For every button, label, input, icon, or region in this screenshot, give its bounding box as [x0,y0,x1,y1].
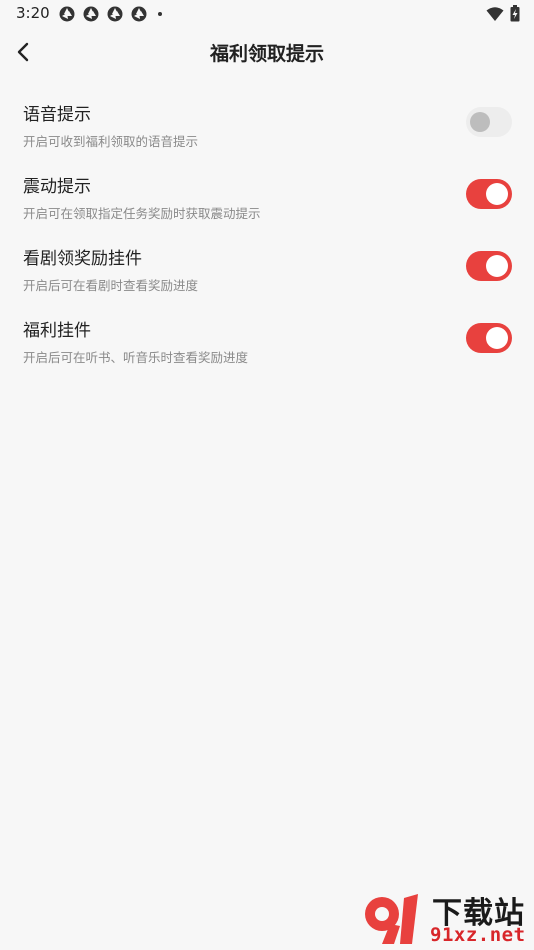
vibration-reminder-toggle[interactable] [466,179,512,209]
status-bar: 3:20 [0,0,534,28]
setting-description: 开启后可在看剧时查看奖励进度 [23,278,199,293]
page-title: 福利领取提示 [209,43,324,65]
watermark-url: 91xz.net [430,924,526,946]
status-time: 3:20 [16,4,50,22]
setting-title: 福利挂件 [23,321,91,341]
battery-charging-icon [510,5,520,22]
setting-title: 看剧领奖励挂件 [23,249,142,269]
watermark-logo-icon [365,894,418,944]
aperture-icon [131,6,147,22]
aperture-icon [107,6,123,22]
status-right-icons [486,5,520,22]
toggle-knob [470,112,490,132]
app-bar: 福利领取提示 [0,28,534,76]
watermark: 下载站 91xz.net [360,888,532,948]
wifi-icon [486,6,504,21]
setting-description: 开启可收到福利领取的语音提示 [23,134,199,149]
more-notifications-dot [158,12,162,16]
toggle-knob [486,255,508,277]
setting-description: 开启后可在听书、听音乐时查看奖励进度 [23,350,249,365]
setting-title: 震动提示 [23,177,91,197]
setting-title: 语音提示 [23,105,91,125]
settings-list: 语音提示 开启可收到福利领取的语音提示 震动提示 开启可在领取指定任务奖励时获取… [0,88,534,376]
aperture-icon [59,6,75,22]
setting-drama-reward-widget: 看剧领奖励挂件 开启后可在看剧时查看奖励进度 [0,232,534,304]
voice-reminder-toggle[interactable] [466,107,512,137]
setting-description: 开启可在领取指定任务奖励时获取震动提示 [23,206,261,221]
toggle-knob [486,183,508,205]
toggle-knob [486,327,508,349]
setting-welfare-widget: 福利挂件 开启后可在听书、听音乐时查看奖励进度 [0,304,534,376]
notification-icons [58,5,162,23]
aperture-icon [83,6,99,22]
setting-voice-reminder: 语音提示 开启可收到福利领取的语音提示 [0,88,534,160]
drama-reward-widget-toggle[interactable] [466,251,512,281]
welfare-widget-toggle[interactable] [466,323,512,353]
setting-vibration-reminder: 震动提示 开启可在领取指定任务奖励时获取震动提示 [0,160,534,232]
